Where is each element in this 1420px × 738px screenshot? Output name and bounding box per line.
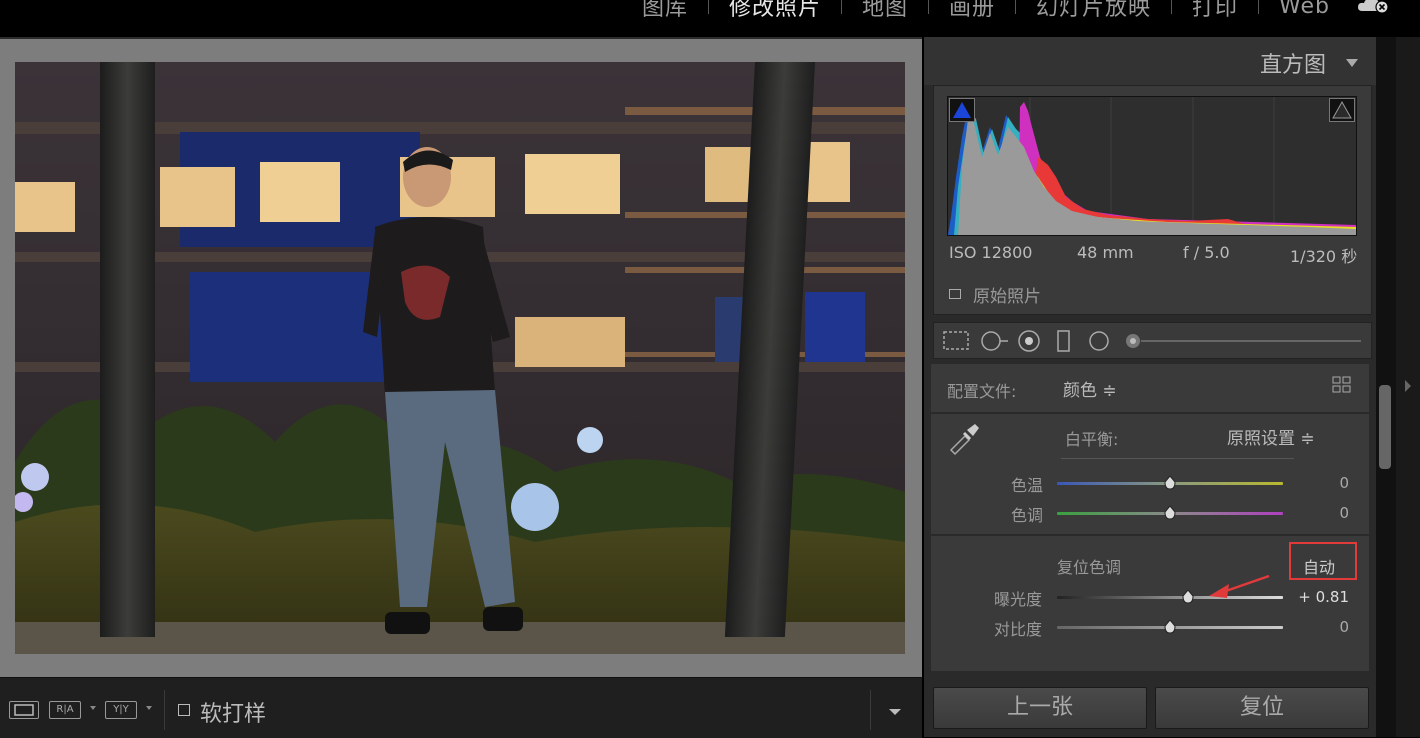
adjustment-brush-icon[interactable]: [1126, 334, 1140, 348]
tint-value[interactable]: 0: [1303, 504, 1349, 522]
local-tools-strip: [933, 322, 1372, 359]
toolbar-separator: [870, 690, 871, 730]
module-book[interactable]: 画册: [929, 0, 1015, 22]
profile-browser-grid-icon[interactable]: [1332, 376, 1352, 394]
exposure-value[interactable]: + 0.81: [1287, 588, 1349, 606]
red-eye-icon[interactable]: [1018, 330, 1040, 352]
reset-button[interactable]: 复位: [1155, 687, 1369, 729]
develop-right-panel: 直方图 ISO 12800 48 mm f / 5.0 1/320 秒 原始照片…: [924, 37, 1376, 737]
highlight-clipping-indicator[interactable]: [1329, 98, 1355, 122]
graduated-filter-icon[interactable]: [1057, 330, 1070, 352]
before-after-lr-button[interactable]: R|A: [49, 701, 81, 719]
soft-proof-checkbox[interactable]: [178, 704, 190, 716]
collapse-triangle-icon[interactable]: [1346, 59, 1358, 67]
temp-label: 色温: [1011, 476, 1044, 495]
before-after-lr-dropdown-icon[interactable]: [90, 706, 96, 710]
module-slideshow[interactable]: 幻灯片放映: [1016, 0, 1171, 22]
bottom-toolbar: R|A Y|Y 软打样: [0, 677, 922, 738]
before-after-tb-dropdown-icon[interactable]: [146, 706, 152, 710]
exif-focal-length: 48 mm: [1077, 243, 1134, 262]
histogram-panel: ISO 12800 48 mm f / 5.0 1/320 秒 原始照片: [933, 85, 1372, 315]
tools-icons: [943, 330, 1361, 352]
exposure-label: 曝光度: [994, 590, 1043, 609]
loupe-view-button[interactable]: [9, 701, 39, 719]
module-picker: 图库 修改照片 地图 画册 幻灯片放映 打印 Web: [622, 0, 1350, 22]
module-map[interactable]: 地图: [842, 0, 928, 22]
temp-slider-thumb[interactable]: [1164, 476, 1176, 490]
toolbar-separator: [164, 690, 165, 730]
wb-divider: [1061, 458, 1294, 459]
white-balance-label: 白平衡:: [1065, 430, 1119, 449]
module-print[interactable]: 打印: [1172, 0, 1258, 22]
original-photo-label: 原始照片: [973, 287, 1041, 307]
crop-overlay-icon[interactable]: [943, 331, 969, 350]
histogram-graph[interactable]: [947, 96, 1357, 236]
temp-value[interactable]: 0: [1303, 474, 1349, 492]
histogram-curve: [948, 97, 1356, 235]
profile-select[interactable]: 颜色 ≑: [1063, 376, 1117, 401]
white-balance-section: 白平衡: 原照设置 ≑ 色温 0 色调 0: [931, 414, 1369, 534]
original-photo-checkbox[interactable]: [949, 289, 961, 299]
white-balance-eyedropper-icon[interactable]: [945, 420, 981, 456]
profile-row: 配置文件: 颜色 ≑: [931, 364, 1369, 412]
tone-label: 复位色调: [1057, 558, 1122, 577]
contrast-slider-thumb[interactable]: [1164, 620, 1176, 634]
tone-section: 复位色调 自动 曝光度 + 0.81 对比度 0: [931, 536, 1369, 671]
module-develop[interactable]: 修改照片: [709, 0, 841, 22]
shadow-clipping-triangle-icon: [953, 102, 971, 118]
tint-label: 色调: [1011, 506, 1044, 525]
contrast-value[interactable]: 0: [1303, 618, 1349, 636]
spot-removal-icon[interactable]: [981, 331, 1008, 351]
module-bar: 图库 修改照片 地图 画册 幻灯片放映 打印 Web: [0, 0, 1420, 36]
expand-right-panel-triangle-icon[interactable]: [1405, 380, 1411, 392]
module-web[interactable]: Web: [1259, 0, 1350, 19]
before-after-tb-button[interactable]: Y|Y: [105, 701, 137, 719]
photo-image: [15, 62, 905, 654]
cloud-sync-icon[interactable]: [1358, 0, 1390, 13]
exif-iso: ISO 12800: [949, 243, 1033, 262]
tint-slider-thumb[interactable]: [1164, 506, 1176, 520]
module-library[interactable]: 图库: [622, 0, 708, 22]
highlight-clipping-triangle-icon: [1332, 100, 1352, 119]
loupe-view-icon: [14, 704, 34, 716]
profile-label: 配置文件:: [947, 382, 1017, 401]
exif-shutter: 1/320 秒: [1290, 247, 1358, 266]
photo-canvas[interactable]: [15, 62, 905, 654]
right-panel-scrollbar[interactable]: [1376, 37, 1396, 737]
radial-filter-icon[interactable]: [1089, 331, 1109, 351]
histogram-header[interactable]: 直方图: [924, 37, 1376, 85]
previous-photo-button[interactable]: 上一张: [933, 687, 1147, 729]
exposure-slider-thumb[interactable]: [1182, 590, 1194, 604]
scrollbar-thumb[interactable]: [1379, 385, 1391, 469]
soft-proof-label: 软打样: [200, 702, 267, 727]
white-balance-select[interactable]: 原照设置 ≑: [1227, 424, 1315, 449]
histogram-title: 直方图: [1259, 53, 1326, 78]
red-arrow-annotation: [1209, 574, 1270, 598]
contrast-label: 对比度: [994, 620, 1043, 639]
exif-aperture: f / 5.0: [1183, 243, 1230, 262]
toolbar-options-chevron-down-icon[interactable]: [889, 709, 901, 715]
auto-highlight-box: [1289, 542, 1357, 580]
shadow-clipping-indicator[interactable]: [949, 98, 975, 122]
